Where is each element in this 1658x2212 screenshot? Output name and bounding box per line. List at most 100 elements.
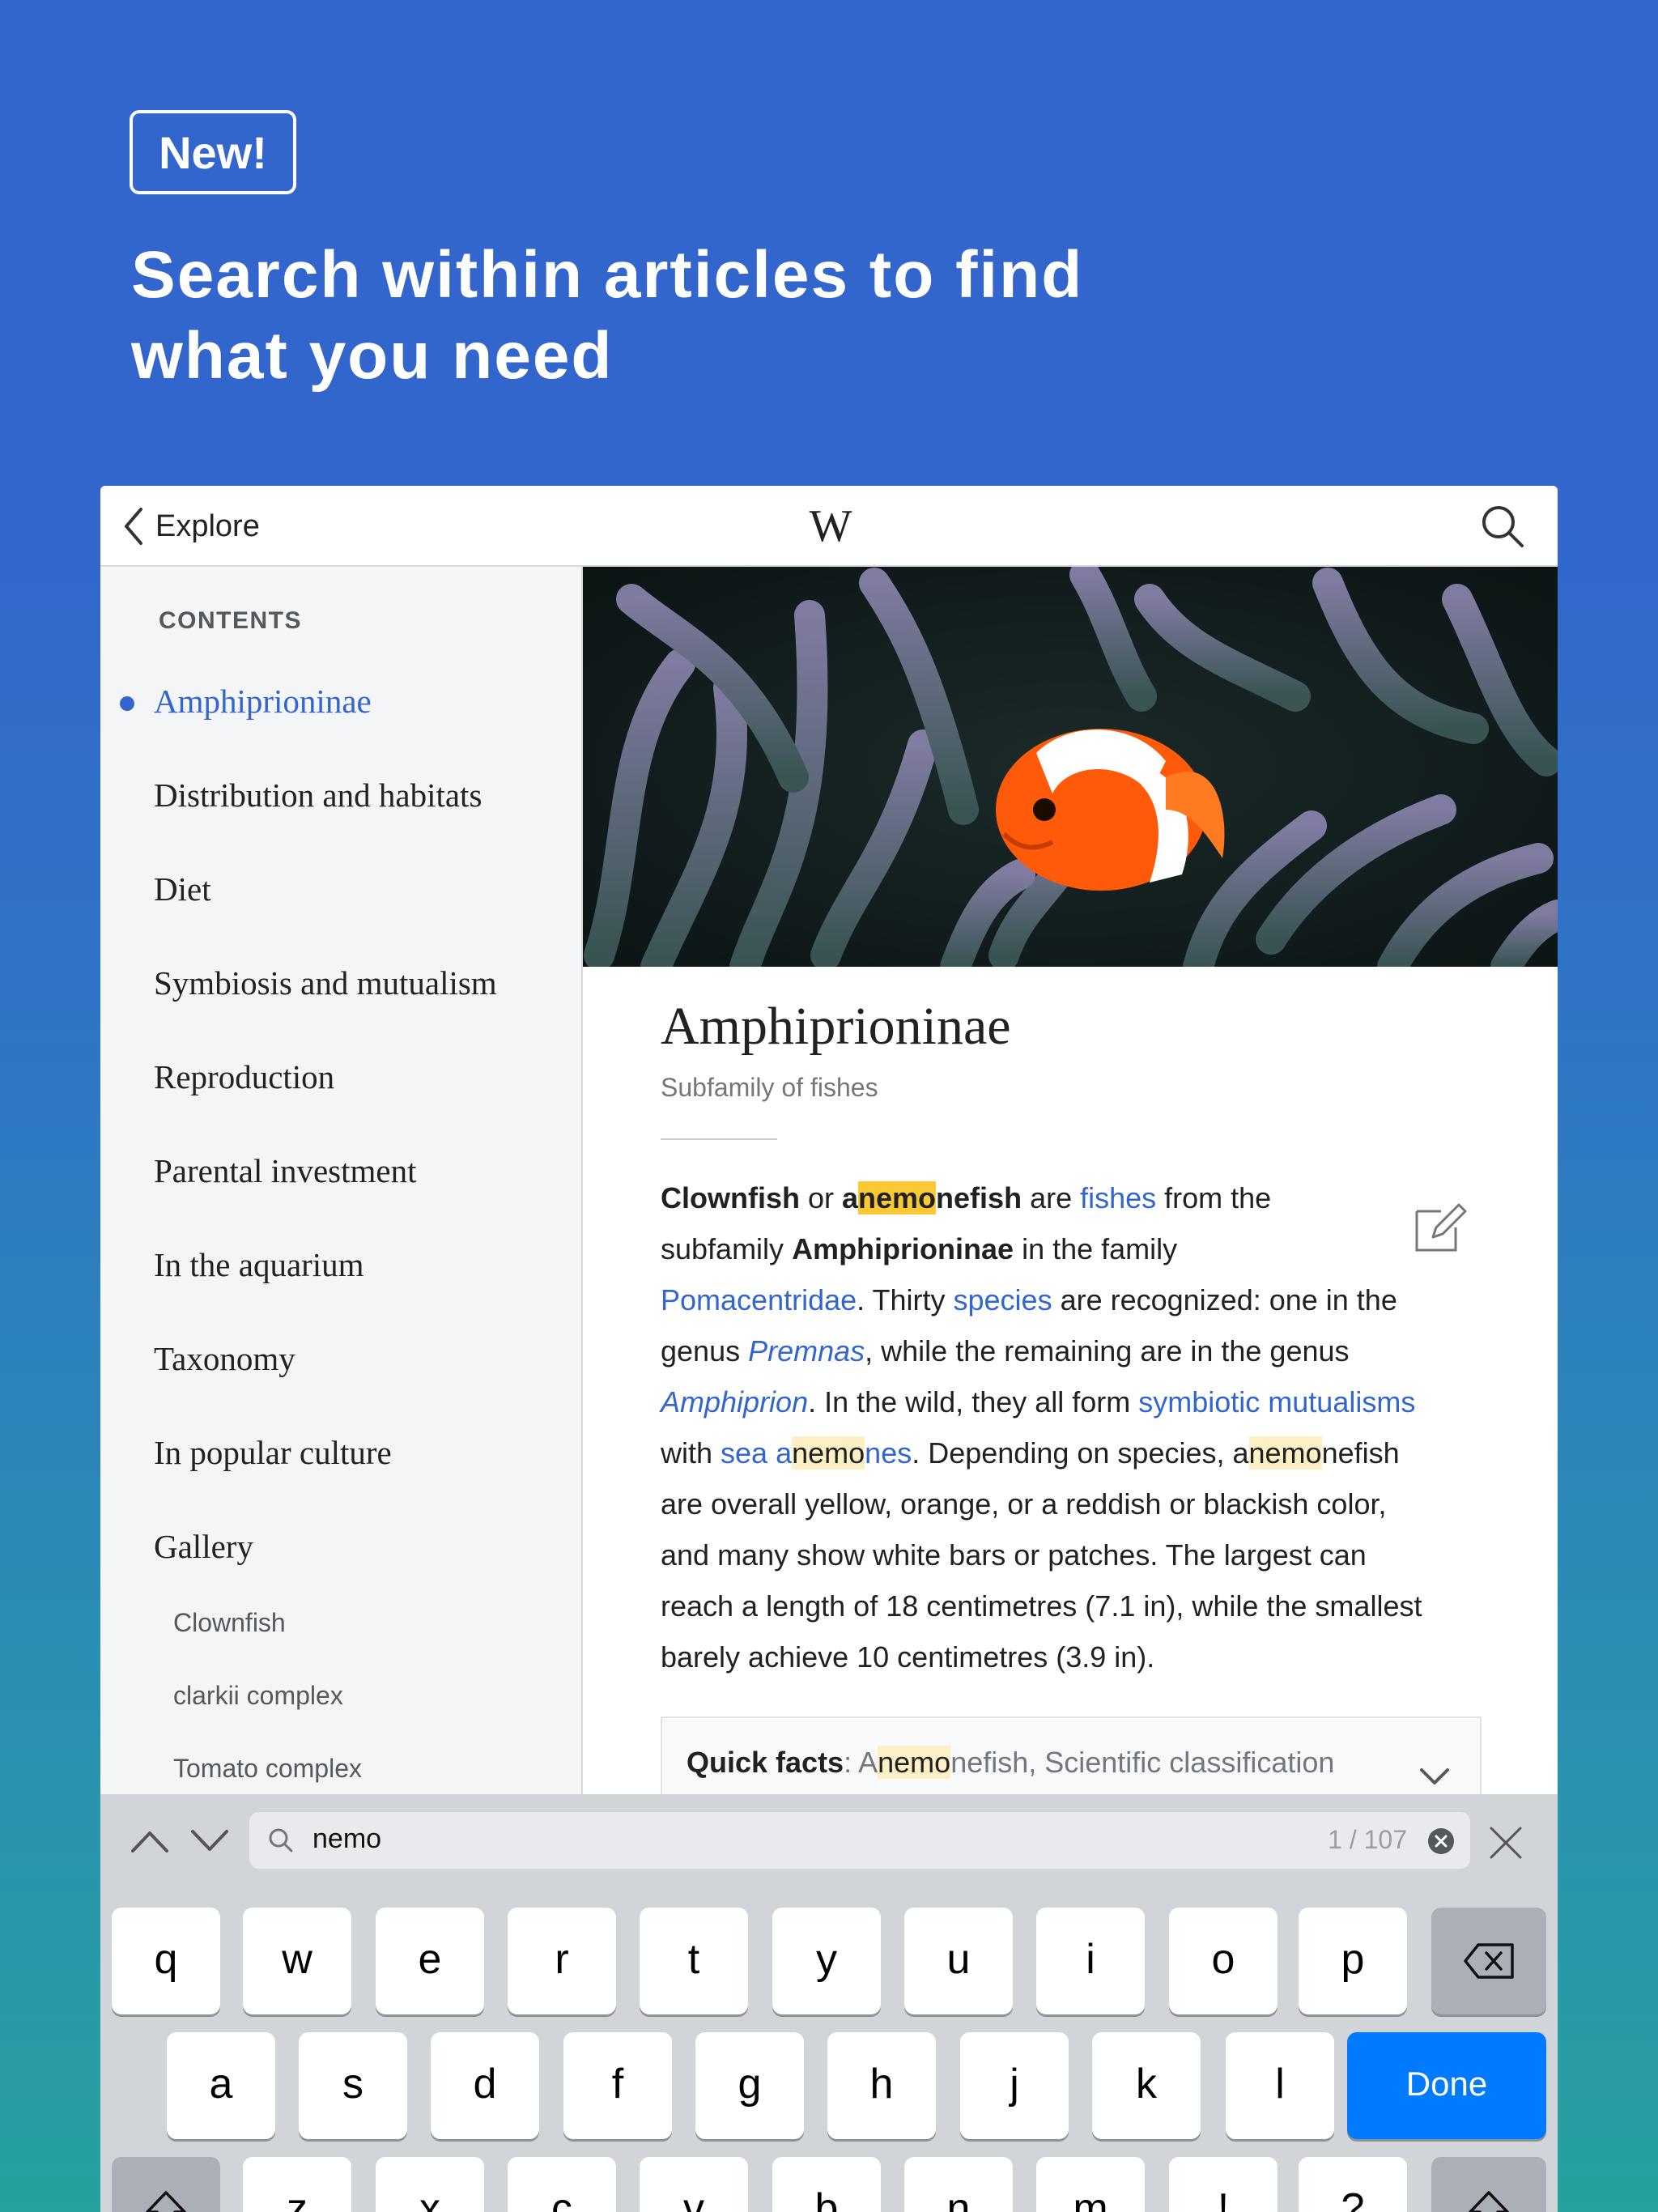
- key-o[interactable]: o: [1169, 1908, 1278, 2014]
- on-screen-keyboard: q w e r t y u i o p a s d f g h j k l Do…: [100, 1891, 1558, 2212]
- key-p[interactable]: p: [1299, 1908, 1407, 2014]
- toc-item-gallery[interactable]: Gallery: [154, 1527, 253, 1566]
- key-s[interactable]: s: [299, 2032, 407, 2139]
- paragraph-line: are overall yellow, orange, or a reddish…: [661, 1487, 1387, 1521]
- key-e[interactable]: e: [376, 1908, 484, 2014]
- key-question[interactable]: ?: [1299, 2157, 1407, 2212]
- toc-item-reproduction[interactable]: Reproduction: [154, 1057, 334, 1096]
- toc-item-symbiosis[interactable]: Symbiosis and mutualism: [154, 963, 497, 1002]
- toc-item-in-the-aquarium[interactable]: In the aquarium: [154, 1245, 364, 1284]
- key-m[interactable]: m: [1036, 2157, 1145, 2212]
- toc-subitem-clownfish[interactable]: Clownfish: [173, 1608, 286, 1638]
- key-f[interactable]: f: [563, 2032, 672, 2139]
- backspace-icon: [1464, 1943, 1514, 1979]
- lead-image-clownfish[interactable]: [583, 567, 1558, 967]
- shift-key-right[interactable]: [1431, 2157, 1546, 2212]
- contents-heading: CONTENTS: [159, 607, 302, 634]
- chevron-down-icon[interactable]: [1418, 1767, 1451, 1786]
- active-section-dot: [120, 696, 134, 711]
- headline-line-1: Search within articles to find: [131, 238, 1084, 312]
- key-n[interactable]: n: [904, 2157, 1013, 2212]
- search-icon: [269, 1828, 293, 1853]
- paragraph-line: reach a length of 18 centimetres (7.1 in…: [661, 1589, 1422, 1623]
- key-h[interactable]: h: [827, 2032, 936, 2139]
- toc-item-parental-investment[interactable]: Parental investment: [154, 1151, 417, 1190]
- key-c[interactable]: c: [508, 2157, 616, 2212]
- match-highlight: nemo: [878, 1746, 951, 1779]
- key-i[interactable]: i: [1036, 1908, 1145, 2014]
- clear-text-icon[interactable]: [1426, 1827, 1456, 1856]
- toc-item-diet[interactable]: Diet: [154, 870, 211, 908]
- find-query-text: nemo: [312, 1823, 382, 1854]
- article-title: Amphiprioninae: [661, 997, 1011, 1056]
- match-count: 1 / 107: [1328, 1825, 1407, 1854]
- done-key[interactable]: Done: [1347, 2032, 1546, 2139]
- toc-item-taxonomy[interactable]: Taxonomy: [154, 1339, 295, 1378]
- key-a[interactable]: a: [167, 2032, 275, 2139]
- key-u[interactable]: u: [904, 1908, 1013, 2014]
- toc-item-popular-culture[interactable]: In popular culture: [154, 1433, 392, 1472]
- toc-item-distribution[interactable]: Distribution and habitats: [154, 776, 482, 815]
- text-run: are recognized: one in the: [1052, 1283, 1397, 1317]
- key-l[interactable]: l: [1226, 2032, 1334, 2139]
- quick-facts-summary: Quick facts: Anemonefish, Scientific cla…: [687, 1746, 1334, 1780]
- navigation-bar: Explore W: [100, 486, 1558, 567]
- search-icon[interactable]: [1478, 502, 1527, 551]
- previous-match-chevron-up-icon[interactable]: [130, 1827, 170, 1856]
- quick-facts-label: Quick facts: [687, 1746, 844, 1779]
- link-sea-anemones[interactable]: nes: [865, 1436, 912, 1470]
- link-symbiotic-mutualisms[interactable]: symbiotic mutualisms: [1138, 1385, 1415, 1419]
- text-run: with: [661, 1436, 721, 1470]
- backspace-key[interactable]: [1431, 1908, 1546, 2014]
- key-j[interactable]: j: [960, 2032, 1069, 2139]
- toc-subitem-clarkii[interactable]: clarkii complex: [173, 1681, 343, 1711]
- link-pomacentridae[interactable]: Pomacentridae: [661, 1283, 857, 1317]
- article-lead-paragraph: Clownfish or anemonefish are fishes from…: [661, 1172, 1503, 1682]
- shift-key-left[interactable]: [112, 2157, 220, 2212]
- next-match-chevron-down-icon[interactable]: [189, 1827, 230, 1856]
- text-run: or: [799, 1181, 842, 1214]
- key-b[interactable]: b: [772, 2157, 881, 2212]
- text-run: , while the remaining are in the genus: [865, 1334, 1350, 1368]
- link-species[interactable]: species: [954, 1283, 1052, 1317]
- paragraph-line: with sea anemones. Depending on species,…: [661, 1427, 1503, 1478]
- text-run: . Thirty: [857, 1283, 954, 1317]
- key-x[interactable]: x: [376, 2157, 484, 2212]
- text-run: nefish: [1321, 1436, 1400, 1470]
- key-k[interactable]: k: [1092, 2032, 1201, 2139]
- paragraph-line: and many show white bars or patches. The…: [661, 1538, 1367, 1572]
- paragraph-line: Clownfish or anemonefish are fishes from…: [661, 1172, 1503, 1223]
- close-icon[interactable]: [1488, 1825, 1524, 1861]
- wikipedia-logo[interactable]: W: [805, 502, 857, 551]
- link-sea-anemones[interactable]: sea a: [721, 1436, 792, 1470]
- link-premnas[interactable]: Premnas: [748, 1334, 865, 1368]
- key-exclamation[interactable]: !: [1169, 2157, 1278, 2212]
- shift-arrow-icon: [1469, 2191, 1509, 2212]
- key-d[interactable]: d: [431, 2032, 539, 2139]
- paragraph-line: Amphiprion. In the wild, they all form s…: [661, 1376, 1503, 1427]
- key-q[interactable]: q: [112, 1908, 220, 2014]
- key-r[interactable]: r: [508, 1908, 616, 2014]
- headline-line-2: what you need: [131, 319, 614, 393]
- text-run: in the family: [1014, 1232, 1178, 1266]
- toc-subitem-tomato[interactable]: Tomato complex: [173, 1754, 362, 1784]
- paragraph-line: subfamily Amphiprioninae in the family: [661, 1223, 1503, 1274]
- bold-term: nefish: [936, 1181, 1022, 1214]
- link-amphiprion[interactable]: Amphiprion: [661, 1385, 808, 1419]
- key-z[interactable]: z: [243, 2157, 351, 2212]
- key-w[interactable]: w: [243, 1908, 351, 2014]
- key-g[interactable]: g: [695, 2032, 804, 2139]
- toc-item-amphiprioninae[interactable]: Amphiprioninae: [154, 682, 372, 721]
- back-button[interactable]: Explore: [121, 504, 260, 549]
- title-divider: [661, 1138, 777, 1140]
- back-label: Explore: [155, 508, 260, 543]
- key-y[interactable]: y: [772, 1908, 881, 2014]
- new-badge: New!: [130, 110, 296, 194]
- promo-headline: Search within articles to find what you …: [131, 235, 1265, 397]
- link-fishes[interactable]: fishes: [1080, 1181, 1156, 1214]
- article-subtitle: Subfamily of fishes: [661, 1073, 878, 1102]
- text-run: nefish, Scientific classification: [950, 1746, 1335, 1779]
- key-t[interactable]: t: [640, 1908, 748, 2014]
- key-v[interactable]: v: [640, 2157, 748, 2212]
- find-search-field[interactable]: nemo 1 / 107: [249, 1812, 1470, 1869]
